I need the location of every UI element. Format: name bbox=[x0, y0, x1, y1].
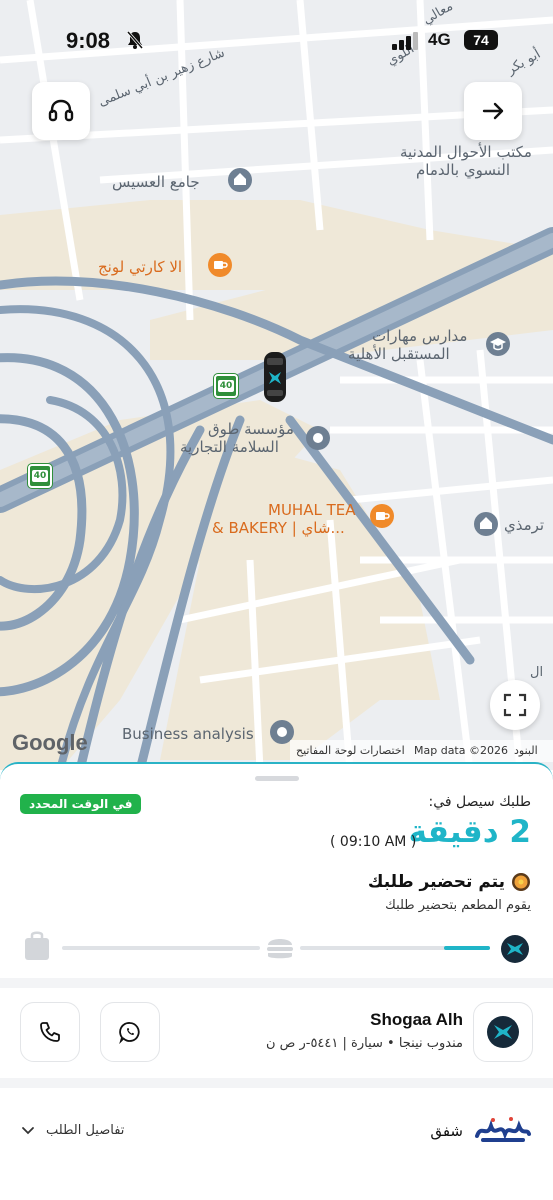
foundation-pin-icon[interactable] bbox=[304, 424, 332, 452]
signal-icon bbox=[392, 32, 418, 50]
terms-link[interactable]: البنود bbox=[514, 744, 538, 757]
bell-off-icon bbox=[126, 31, 144, 49]
sheet-handle[interactable] bbox=[255, 776, 299, 781]
map-label-right-edge: ال bbox=[530, 665, 544, 680]
map-label-foundation-2: السلامة التجارية bbox=[180, 438, 279, 456]
arrive-label: طلبك سيصل في: bbox=[428, 794, 531, 810]
status-bar: 9:08 4G 74 bbox=[0, 0, 553, 80]
restaurant-logo-icon bbox=[475, 1117, 531, 1142]
call-button[interactable] bbox=[20, 1002, 80, 1062]
order-status-card: في الوقت المحدد طلبك سيصل في: 2 دقيقة ( … bbox=[0, 762, 553, 978]
order-details-label: تفاصيل الطلب bbox=[46, 1122, 125, 1138]
prep-subtitle: يقوم المطعم بتحضير طلبك bbox=[385, 898, 531, 913]
arrow-right-icon bbox=[482, 102, 504, 120]
whatsapp-button[interactable] bbox=[100, 1002, 160, 1062]
burger-icon bbox=[267, 939, 293, 959]
map-label-office-2: النسوي بالدمام bbox=[416, 161, 510, 179]
road-shield-number: 40 bbox=[217, 380, 235, 392]
google-logo: Google bbox=[12, 730, 88, 755]
order-sheet: في الوقت المحدد طلبك سيصل في: 2 دقيقة ( … bbox=[0, 762, 553, 1200]
road-shield-icon: 40 bbox=[214, 374, 238, 398]
restaurant-card: تفاصيل الطلب شفق bbox=[0, 1088, 553, 1200]
battery-icon: 74 bbox=[464, 30, 498, 50]
prep-title-row: يتم تحضير طلبك bbox=[368, 872, 531, 892]
recenter-button[interactable] bbox=[490, 680, 540, 730]
map-label-bakery-2: & BAKERY | شاي... bbox=[212, 519, 345, 537]
mosque-pin-2-icon[interactable] bbox=[472, 510, 500, 538]
map-label-office: مكتب الأحوال المدنية bbox=[400, 143, 532, 161]
map-label-bakery: MUHAL TEA bbox=[268, 501, 356, 519]
map-label-cafe: الا كارتي لونج bbox=[98, 258, 183, 276]
ninja-avatar-icon bbox=[487, 1016, 519, 1048]
school-pin-icon[interactable] bbox=[484, 330, 512, 358]
avatar bbox=[473, 1002, 533, 1062]
bakery-pin-icon[interactable] bbox=[368, 502, 396, 530]
status-time: 9:08 bbox=[66, 28, 111, 53]
map-label-business: Business analysis bbox=[122, 725, 254, 743]
map-label-foundation: مؤسسة طوق bbox=[208, 420, 294, 438]
road-shield-2-icon: 40 bbox=[28, 464, 52, 488]
map-label-school-2: المستقبل الأهلية bbox=[348, 345, 450, 363]
ninja-logo-icon bbox=[501, 935, 529, 963]
recenter-icon bbox=[503, 693, 527, 717]
mosque-pin-icon[interactable] bbox=[226, 166, 254, 194]
order-details-toggle[interactable]: تفاصيل الطلب bbox=[20, 1122, 124, 1138]
map-label-mosque: جامع العسيس bbox=[112, 173, 200, 191]
restaurant-name: شفق bbox=[430, 1122, 463, 1140]
support-button[interactable] bbox=[32, 82, 90, 140]
chevron-down-icon bbox=[22, 1127, 34, 1135]
driver-card: Shogaa Alh مندوب نينجا • سيارة | ٥٤٤١-ر … bbox=[0, 988, 553, 1078]
cooking-pan-icon bbox=[512, 873, 530, 891]
cafe-pin-icon[interactable] bbox=[206, 251, 234, 279]
map-view[interactable]: شارع زهير بن أبي سلمى جامع العسيس مكتب ا… bbox=[0, 0, 553, 770]
map-label-school: مدارس مهارات bbox=[372, 327, 468, 345]
headset-icon bbox=[48, 99, 74, 122]
bag-icon bbox=[25, 931, 49, 960]
driver-subtitle: مندوب نينجا • سيارة | ٥٤٤١-ر ص ن bbox=[265, 1036, 463, 1051]
map-label-tirmidhi: ترمذي bbox=[504, 516, 545, 534]
eta-time: ( 09:10 AM ) bbox=[330, 834, 417, 850]
prep-title: يتم تحضير طلبك bbox=[367, 872, 505, 892]
road-shield-number-2: 40 bbox=[31, 470, 49, 482]
network-type: 4G bbox=[428, 30, 451, 49]
phone-icon bbox=[40, 1022, 60, 1042]
map-data-label: Map data ©2026 bbox=[414, 744, 508, 757]
keyboard-shortcuts-link[interactable]: اختصارات لوحة المفاتيح bbox=[296, 744, 405, 757]
progress-track-1 bbox=[62, 946, 260, 950]
progress-fill bbox=[444, 946, 490, 950]
eta-minutes: 2 دقيقة bbox=[408, 814, 531, 850]
whatsapp-icon bbox=[119, 1022, 140, 1044]
back-button[interactable] bbox=[464, 82, 522, 140]
driver-name: Shogaa Alh bbox=[370, 1010, 463, 1029]
on-time-badge: في الوقت المحدد bbox=[20, 794, 142, 814]
driver-car-icon bbox=[264, 352, 286, 402]
